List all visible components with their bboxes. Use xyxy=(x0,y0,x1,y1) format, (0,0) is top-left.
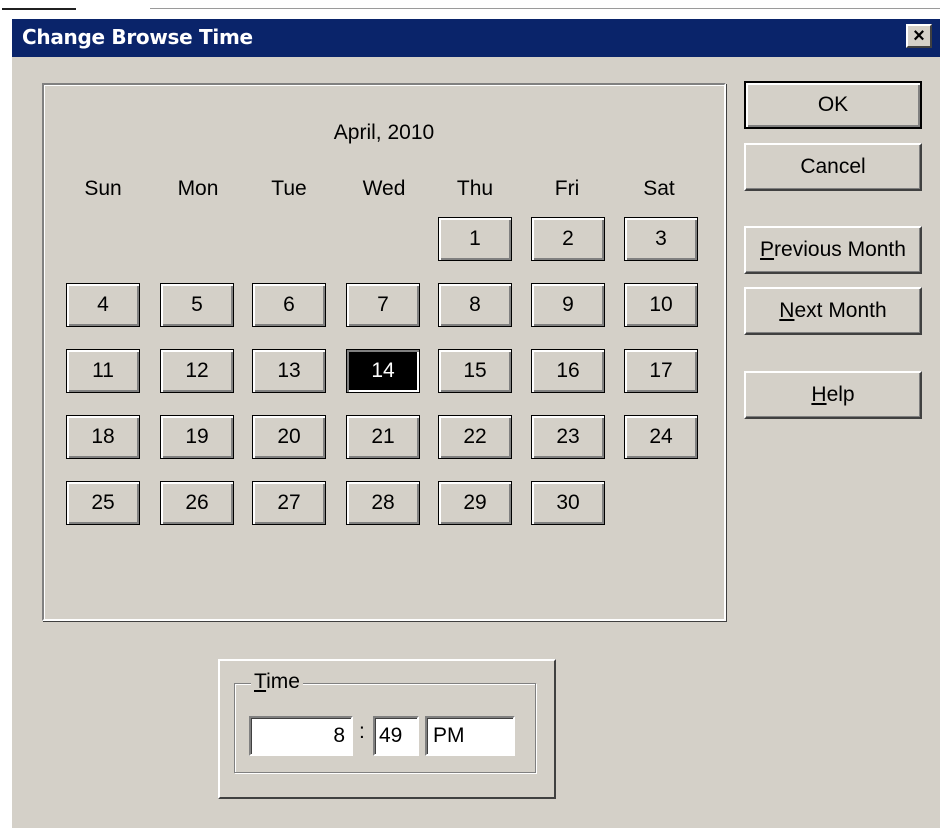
day-button-22[interactable]: 22 xyxy=(438,415,512,459)
day-button-9[interactable]: 9 xyxy=(531,283,605,327)
day-button-17[interactable]: 17 xyxy=(624,349,698,393)
weekday-label-tue: Tue xyxy=(271,177,307,200)
month-year-label: April, 2010 xyxy=(333,121,435,144)
next-month-button[interactable]: Next Month xyxy=(744,287,922,335)
weekday-label-mon: Mon xyxy=(177,177,219,200)
close-button[interactable]: × xyxy=(906,24,932,48)
day-button-7[interactable]: 7 xyxy=(346,283,420,327)
day-button-12[interactable]: 12 xyxy=(160,349,234,393)
time-separator: : xyxy=(359,720,365,743)
day-button-16[interactable]: 16 xyxy=(531,349,605,393)
day-button-24[interactable]: 24 xyxy=(624,415,698,459)
day-button-8[interactable]: 8 xyxy=(438,283,512,327)
day-button-5[interactable]: 5 xyxy=(160,283,234,327)
hour-field[interactable]: 8 xyxy=(249,716,353,756)
day-button-1[interactable]: 1 xyxy=(438,217,512,261)
time-panel: Time 8 : 49 PM xyxy=(218,659,556,799)
day-button-18[interactable]: 18 xyxy=(66,415,140,459)
help-button[interactable]: Help xyxy=(744,371,922,419)
day-button-29[interactable]: 29 xyxy=(438,481,512,525)
weekday-label-fri: Fri xyxy=(554,177,580,200)
day-button-6[interactable]: 6 xyxy=(252,283,326,327)
weekday-label-sat: Sat xyxy=(643,177,675,200)
day-button-4[interactable]: 4 xyxy=(66,283,140,327)
cancel-button[interactable]: Cancel xyxy=(744,143,922,191)
day-button-11[interactable]: 11 xyxy=(66,349,140,393)
previous-month-button[interactable]: Previous Month xyxy=(744,226,922,274)
day-button-27[interactable]: 27 xyxy=(252,481,326,525)
ampm-field[interactable]: PM xyxy=(425,716,515,756)
ok-button[interactable]: OK xyxy=(744,81,922,129)
cancel-button-label: Cancel xyxy=(800,155,866,178)
weekday-label-wed: Wed xyxy=(362,177,406,200)
day-button-25[interactable]: 25 xyxy=(66,481,140,525)
minute-field[interactable]: 49 xyxy=(373,716,419,756)
title-bar: Change Browse Time × xyxy=(12,19,940,57)
day-button-19[interactable]: 19 xyxy=(160,415,234,459)
day-button-23[interactable]: 23 xyxy=(531,415,605,459)
previous-month-label: Previous Month xyxy=(760,238,906,261)
day-button-15[interactable]: 15 xyxy=(438,349,512,393)
background-window-strip xyxy=(0,0,940,18)
day-button-26[interactable]: 26 xyxy=(160,481,234,525)
day-button-14[interactable]: 14 xyxy=(346,349,420,393)
day-button-21[interactable]: 21 xyxy=(346,415,420,459)
dialog-title: Change Browse Time xyxy=(22,25,253,49)
close-icon: × xyxy=(913,25,925,47)
change-browse-time-dialog: Change Browse Time × April, 2010 Sun Mon… xyxy=(10,18,940,828)
day-button-2[interactable]: 2 xyxy=(531,217,605,261)
weekday-label-thu: Thu xyxy=(456,177,494,200)
day-button-30[interactable]: 30 xyxy=(531,481,605,525)
background-window-edge xyxy=(150,8,940,9)
weekday-label-sun: Sun xyxy=(84,177,122,200)
day-button-28[interactable]: 28 xyxy=(346,481,420,525)
day-button-13[interactable]: 13 xyxy=(252,349,326,393)
day-button-3[interactable]: 3 xyxy=(624,217,698,261)
ok-button-label: OK xyxy=(817,93,849,116)
day-button-10[interactable]: 10 xyxy=(624,283,698,327)
day-button-20[interactable]: 20 xyxy=(252,415,326,459)
background-window-edge xyxy=(2,8,76,10)
time-group-box: Time 8 : 49 PM xyxy=(234,670,536,773)
help-label: Help xyxy=(811,383,855,406)
calendar-panel: April, 2010 Sun Mon Tue Wed Thu Fri Sat … xyxy=(42,83,726,621)
time-label: Time xyxy=(251,670,303,694)
next-month-label: Next Month xyxy=(779,299,887,322)
